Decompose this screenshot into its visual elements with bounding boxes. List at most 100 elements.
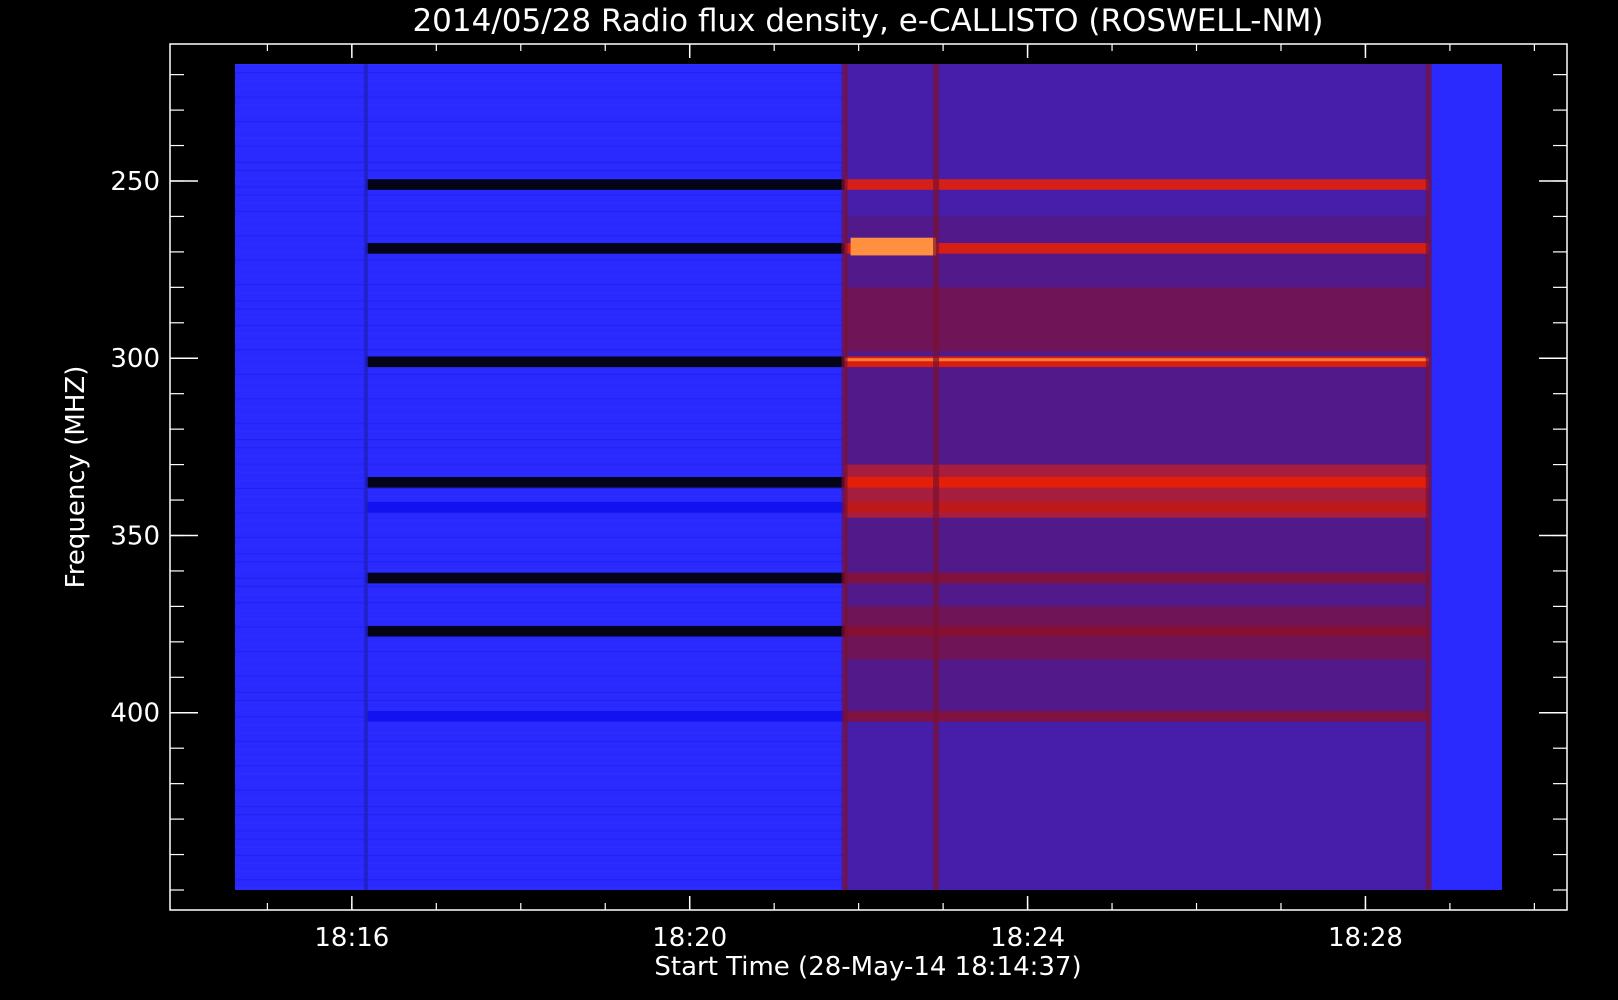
emission-zone	[844, 606, 1429, 660]
x-tick-label: 18:16	[314, 923, 389, 953]
event-line	[841, 64, 848, 890]
texture-line	[235, 805, 845, 807]
texture-line	[235, 398, 845, 400]
texture-line	[235, 708, 845, 710]
active-band	[844, 179, 1429, 190]
texture-line	[235, 259, 845, 261]
texture-line	[235, 129, 845, 131]
emission-zone	[844, 464, 1429, 518]
texture-line	[235, 333, 845, 335]
chart-title: 2014/05/28 Radio flux density, e-CALLIST…	[412, 3, 1323, 39]
texture-line	[235, 390, 845, 392]
texture-line	[235, 838, 845, 840]
texture-line	[235, 137, 845, 139]
texture-line	[235, 699, 845, 701]
texture-line	[235, 316, 845, 318]
texture-line	[235, 748, 845, 750]
spectrogram-figure: 18:16 18:20 18:24 18:28 250 300 350 400 2014/05…	[0, 0, 1618, 1000]
texture-line	[235, 887, 845, 889]
texture-line	[235, 308, 845, 310]
texture-line	[235, 675, 845, 677]
y-tick-label: 350	[110, 521, 160, 551]
texture-line	[235, 863, 845, 865]
texture-line	[235, 80, 845, 82]
texture-line	[235, 64, 845, 65]
quiet-band	[365, 572, 845, 584]
bright-line	[844, 358, 1429, 362]
texture-line	[235, 830, 845, 832]
active-band	[844, 572, 1429, 584]
x-tick-label: 18:24	[990, 923, 1065, 953]
texture-line	[235, 528, 845, 530]
texture-line	[235, 879, 845, 881]
quiet-band	[365, 243, 845, 254]
texture-line	[235, 536, 845, 538]
texture-line	[235, 683, 845, 685]
texture-line	[235, 471, 845, 473]
texture-line	[235, 235, 845, 237]
quiet-band	[365, 501, 845, 513]
texture-line	[235, 153, 845, 155]
x-tick-label: 18:20	[652, 923, 727, 953]
texture-line	[235, 414, 845, 416]
texture-line	[235, 854, 845, 856]
texture-line	[235, 202, 845, 204]
texture-line	[235, 169, 845, 171]
spectrogram-heatmap	[235, 64, 1502, 890]
texture-line	[235, 814, 845, 816]
texture-line	[235, 112, 845, 114]
texture-line	[235, 846, 845, 848]
texture-line	[235, 455, 845, 457]
texture-line	[235, 463, 845, 465]
texture-line	[235, 210, 845, 212]
texture-line	[235, 512, 845, 514]
texture-line	[235, 765, 845, 767]
texture-line	[235, 757, 845, 759]
quiet-band	[365, 710, 845, 722]
texture-line	[235, 659, 845, 661]
texture-line	[235, 496, 845, 498]
texture-line	[235, 161, 845, 163]
quiet-band	[365, 179, 845, 190]
texture-line	[235, 520, 845, 522]
texture-line	[235, 553, 845, 555]
event-line	[933, 64, 940, 890]
spectrogram-chart: 18:16 18:20 18:24 18:28 250 300 350 400 2014/05…	[61, 3, 1568, 982]
texture-line	[235, 341, 845, 343]
texture-line	[235, 439, 845, 441]
texture-line	[235, 545, 845, 547]
y-axis-label: Frequency (MHZ)	[61, 366, 91, 589]
texture-line	[235, 284, 845, 286]
texture-line	[235, 227, 845, 229]
texture-line	[235, 651, 845, 653]
texture-line	[235, 602, 845, 604]
texture-line	[235, 773, 845, 775]
texture-line	[235, 871, 845, 873]
texture-line	[235, 373, 845, 375]
active-band	[844, 356, 1429, 368]
texture-line	[235, 732, 845, 734]
quiet-band	[365, 477, 845, 488]
texture-line	[235, 585, 845, 587]
texture-line	[235, 667, 845, 669]
texture-line	[235, 561, 845, 563]
texture-line	[235, 430, 845, 432]
texture-line	[235, 324, 845, 326]
texture-line	[235, 740, 845, 742]
texture-line	[235, 724, 845, 726]
texture-line	[235, 610, 845, 612]
texture-line	[235, 406, 845, 408]
texture-line	[235, 218, 845, 220]
texture-line	[235, 349, 845, 351]
quiet-band	[365, 625, 845, 637]
texture-line	[235, 487, 845, 489]
texture-line	[235, 822, 845, 824]
texture-line	[235, 691, 845, 693]
active-band	[844, 710, 1429, 722]
texture-line	[235, 178, 845, 180]
texture-line	[235, 618, 845, 620]
event-line	[1425, 64, 1432, 890]
texture-line	[235, 292, 845, 294]
y-tick-label: 250	[110, 167, 160, 197]
texture-line	[235, 72, 845, 74]
